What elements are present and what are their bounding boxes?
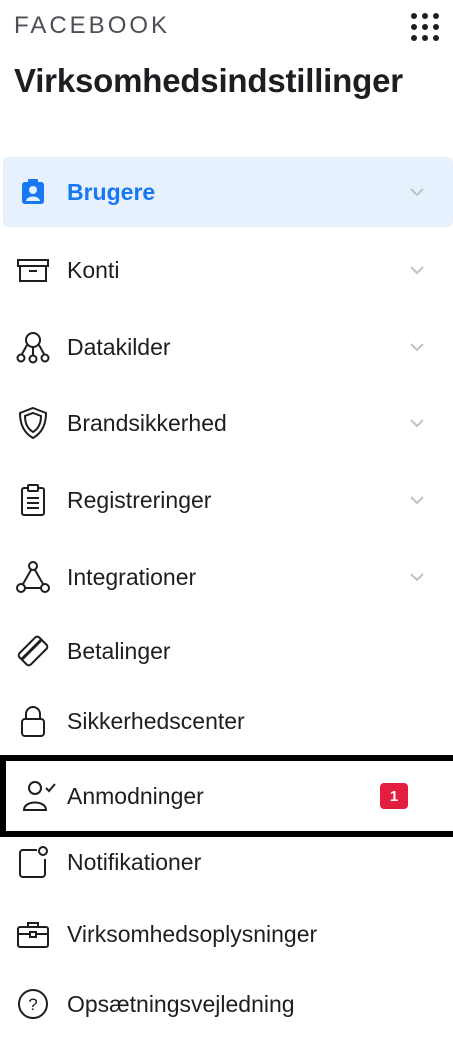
sidebar-item-label: Brandsikkerhed <box>67 409 227 436</box>
chevron-down-icon[interactable] <box>407 413 427 433</box>
data-sources-icon <box>15 329 51 365</box>
sidebar-item-brugere[interactable]: Brugere <box>3 157 453 227</box>
notification-count-badge: 1 <box>380 783 408 809</box>
chevron-down-icon[interactable] <box>407 337 427 357</box>
sidebar-item-konti[interactable]: Konti <box>3 235 453 305</box>
sidebar-item-label: Notifikationer <box>67 848 202 875</box>
svg-text:?: ? <box>28 995 37 1014</box>
sidebar-item-notifikationer[interactable]: Notifikationer <box>3 827 453 897</box>
brand-wordmark: FACEBOOK <box>14 12 171 39</box>
clipboard-icon <box>15 482 51 518</box>
sidebar-item-sikkerhedscenter[interactable]: Sikkerhedscenter <box>3 686 453 756</box>
lock-icon <box>15 703 51 739</box>
notification-icon <box>15 844 51 880</box>
credit-card-icon <box>15 633 51 669</box>
users-badge-icon <box>15 174 51 210</box>
sidebar-item-label: Sikkerhedscenter <box>67 707 245 734</box>
sidebar-item-label: Virksomhedsoplysninger <box>67 920 318 947</box>
chevron-down-icon[interactable] <box>407 182 427 202</box>
sidebar-item-label: Brugere <box>67 178 156 205</box>
chevron-down-icon[interactable] <box>407 567 427 587</box>
integration-icon <box>15 559 51 595</box>
shield-icon <box>15 405 51 441</box>
sidebar-item-registreringer[interactable]: Registreringer <box>3 465 453 535</box>
briefcase-icon <box>15 916 51 952</box>
apps-grid-icon[interactable] <box>410 12 440 42</box>
sidebar-item-integrationer[interactable]: Integrationer <box>3 542 453 612</box>
sidebar-item-brandsikkerhed[interactable]: Brandsikkerhed <box>3 388 453 458</box>
sidebar-item-label: Konti <box>67 256 120 283</box>
sidebar-item-opsaetningsvejledning[interactable]: ? Opsætningsvejledning <box>3 969 453 1039</box>
chevron-down-icon[interactable] <box>407 490 427 510</box>
sidebar-item-label: Datakilder <box>67 333 171 360</box>
chevron-down-icon[interactable] <box>407 260 427 280</box>
sidebar-item-label: Anmodninger <box>67 782 204 809</box>
sidebar-item-betalinger[interactable]: Betalinger <box>3 616 453 686</box>
sidebar-item-anmodninger[interactable]: Anmodninger 1 <box>0 755 453 837</box>
sidebar-item-virksomhedsoplysninger[interactable]: Virksomhedsoplysninger <box>3 899 453 969</box>
archive-box-icon <box>15 252 51 288</box>
user-check-icon <box>21 778 57 814</box>
help-circle-icon: ? <box>15 986 51 1022</box>
page-title: Virksomhedsindstillinger <box>14 62 403 99</box>
sidebar-item-label: Integrationer <box>67 563 197 590</box>
sidebar-item-label: Betalinger <box>67 637 171 664</box>
sidebar-item-datakilder[interactable]: Datakilder <box>3 312 453 382</box>
sidebar-item-label: Registreringer <box>67 486 212 513</box>
sidebar-item-label: Opsætningsvejledning <box>67 990 295 1017</box>
